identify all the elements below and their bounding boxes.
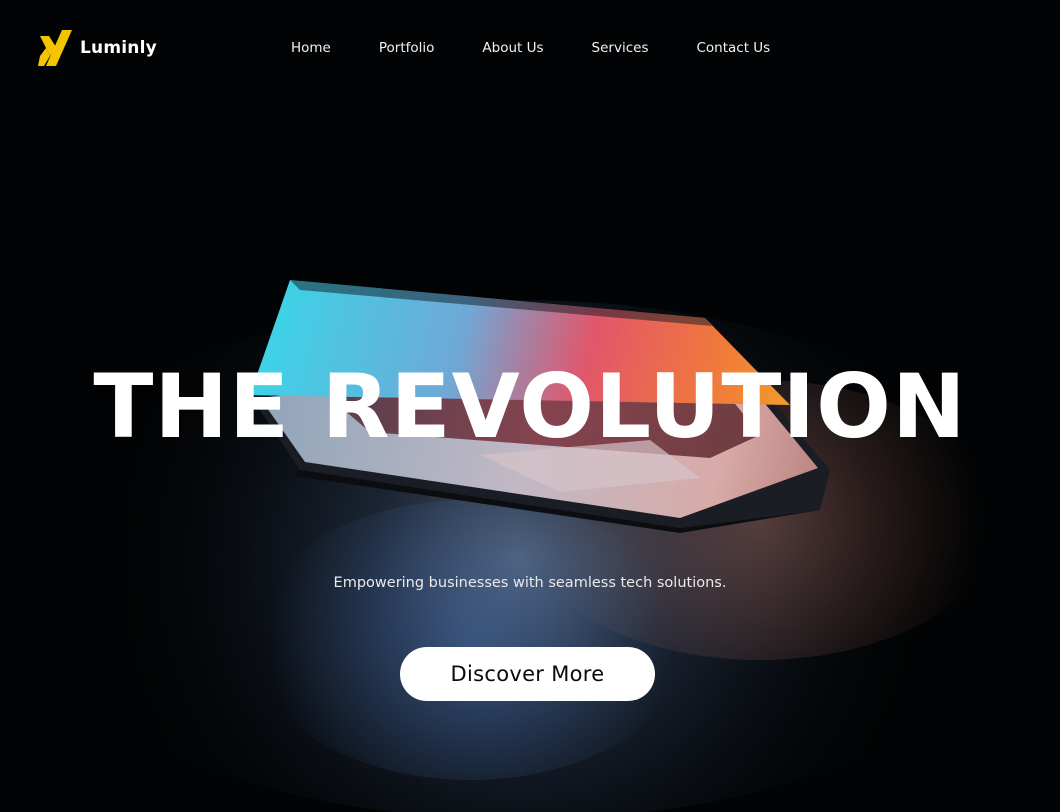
hero-subtitle: Empowering businesses with seamless tech…	[333, 575, 727, 591]
brand-name: Luminly	[80, 38, 157, 58]
discover-more-button[interactable]: Discover More	[400, 647, 655, 701]
nav-item-about-us[interactable]: About Us	[482, 40, 543, 56]
nav-item-home[interactable]: Home	[291, 40, 331, 56]
hero-title: THE REVOLUTION	[93, 355, 967, 458]
x-logo-icon	[38, 30, 72, 66]
nav-item-contact-us[interactable]: Contact Us	[696, 40, 770, 56]
site-header: Luminly Home Portfolio About Us Services…	[0, 4, 1060, 92]
landing-page: Luminly Home Portfolio About Us Services…	[0, 0, 1060, 812]
nav-item-portfolio[interactable]: Portfolio	[379, 40, 435, 56]
nav-item-services[interactable]: Services	[592, 40, 649, 56]
brand-logo-link[interactable]: Luminly	[38, 28, 157, 68]
main-navigation: Home Portfolio About Us Services Contact…	[291, 38, 770, 58]
